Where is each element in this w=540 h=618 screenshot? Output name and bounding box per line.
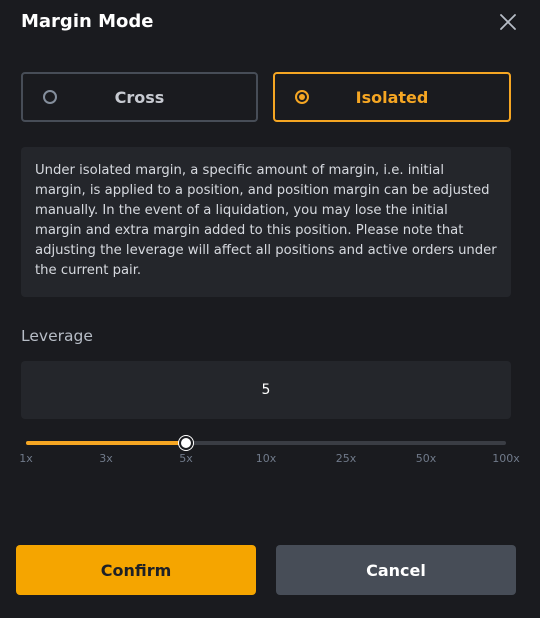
slider-thumb[interactable] — [179, 436, 193, 450]
dialog-title: Margin Mode — [21, 11, 154, 32]
leverage-label: Leverage — [21, 327, 93, 345]
mode-option-label: Cross — [114, 87, 165, 107]
leverage-tick-25x[interactable]: 25x — [336, 452, 357, 465]
leverage-tick-3x[interactable]: 3x — [99, 452, 113, 465]
mode-option-cross[interactable]: Cross — [21, 72, 258, 122]
leverage-slider[interactable] — [26, 432, 506, 454]
leverage-input[interactable]: 5 — [21, 361, 511, 419]
mode-option-isolated[interactable]: Isolated — [273, 72, 511, 122]
leverage-value: 5 — [261, 382, 271, 398]
close-button[interactable] — [496, 10, 520, 34]
radio-selected-icon — [295, 90, 309, 104]
mode-option-label: Isolated — [355, 87, 429, 107]
close-icon — [500, 14, 516, 30]
margin-mode-dialog: Margin Mode Cross Isolated Under isolate… — [0, 0, 540, 618]
slider-fill — [26, 441, 186, 445]
leverage-tick-100x[interactable]: 100x — [492, 452, 520, 465]
margin-mode-description: Under isolated margin, a specific amount… — [21, 147, 511, 297]
cancel-button[interactable]: Cancel — [276, 545, 516, 595]
leverage-tick-1x[interactable]: 1x — [19, 452, 33, 465]
leverage-tick-10x[interactable]: 10x — [256, 452, 277, 465]
leverage-tick-5x[interactable]: 5x — [179, 452, 193, 465]
leverage-ticks: 1x 3x 5x 10x 25x 50x 100x — [0, 452, 540, 466]
confirm-button[interactable]: Confirm — [16, 545, 256, 595]
leverage-tick-50x[interactable]: 50x — [416, 452, 437, 465]
radio-unselected-icon — [43, 90, 57, 104]
